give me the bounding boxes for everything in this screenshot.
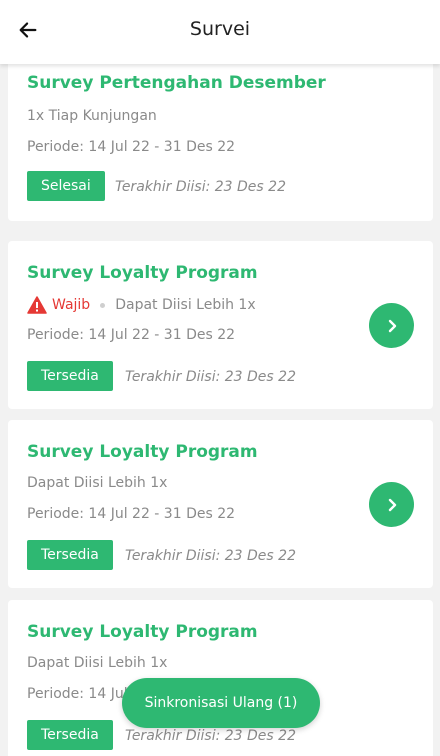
separator-dot [100,302,106,308]
survey-meta: Wajib Dapat Diisi Lebih 1x [27,296,256,314]
required-label: Wajib [52,297,91,313]
last-filled-date: Terakhir Diisi: 23 Des 22 [115,179,286,195]
survey-title: Survey Loyalty Program [27,442,258,462]
survey-period: Periode: 14 Jul 22 - 31 Des 22 [27,139,236,155]
survey-frequency: Dapat Diisi Lebih 1x [27,655,168,671]
last-filled-date: Terakhir Diisi: 23 Des 22 [125,369,296,385]
survey-title: Survey Loyalty Program [27,622,258,642]
survey-period: Periode: 14 Jul 22 - 31 Des 22 [27,506,236,522]
chevron-right-icon [388,319,396,332]
survey-title: Survey Pertengahan Desember [27,73,326,93]
survey-card[interactable]: Survey Loyalty Program Wajib Dapat Diisi… [8,241,433,409]
required-indicator: Wajib [27,296,90,314]
resync-button[interactable]: Sinkronisasi Ulang (1) [122,678,320,728]
status-badge: Tersedia [27,720,113,750]
survey-frequency: Dapat Diisi Lebih 1x [115,297,256,313]
chevron-right-icon [388,498,396,511]
last-filled-date: Terakhir Diisi: 23 Des 22 [125,548,296,564]
app-bar: Survei [0,0,440,64]
open-survey-button[interactable] [369,303,414,348]
survey-period: Periode: 14 Jul [27,686,128,702]
survey-frequency: Dapat Diisi Lebih 1x [27,475,168,491]
page-title: Survei [189,18,251,40]
last-filled-date: Terakhir Diisi: 23 Des 22 [125,728,296,744]
survey-title: Survey Loyalty Program [27,263,258,283]
survey-frequency: 1x Tiap Kunjungan [27,108,157,124]
open-survey-button[interactable] [369,482,414,527]
survey-list[interactable]: Survey Pertengahan Desember 1x Tiap Kunj… [0,64,440,756]
status-badge: Tersedia [27,361,113,391]
survey-period: Periode: 14 Jul 22 - 31 Des 22 [27,327,236,343]
status-badge: Selesai [27,171,105,201]
survey-card[interactable]: Survey Pertengahan Desember 1x Tiap Kunj… [8,64,433,221]
status-badge: Tersedia [27,540,113,570]
warning-icon [27,296,47,314]
survey-card[interactable]: Survey Loyalty Program Dapat Diisi Lebih… [8,420,433,588]
